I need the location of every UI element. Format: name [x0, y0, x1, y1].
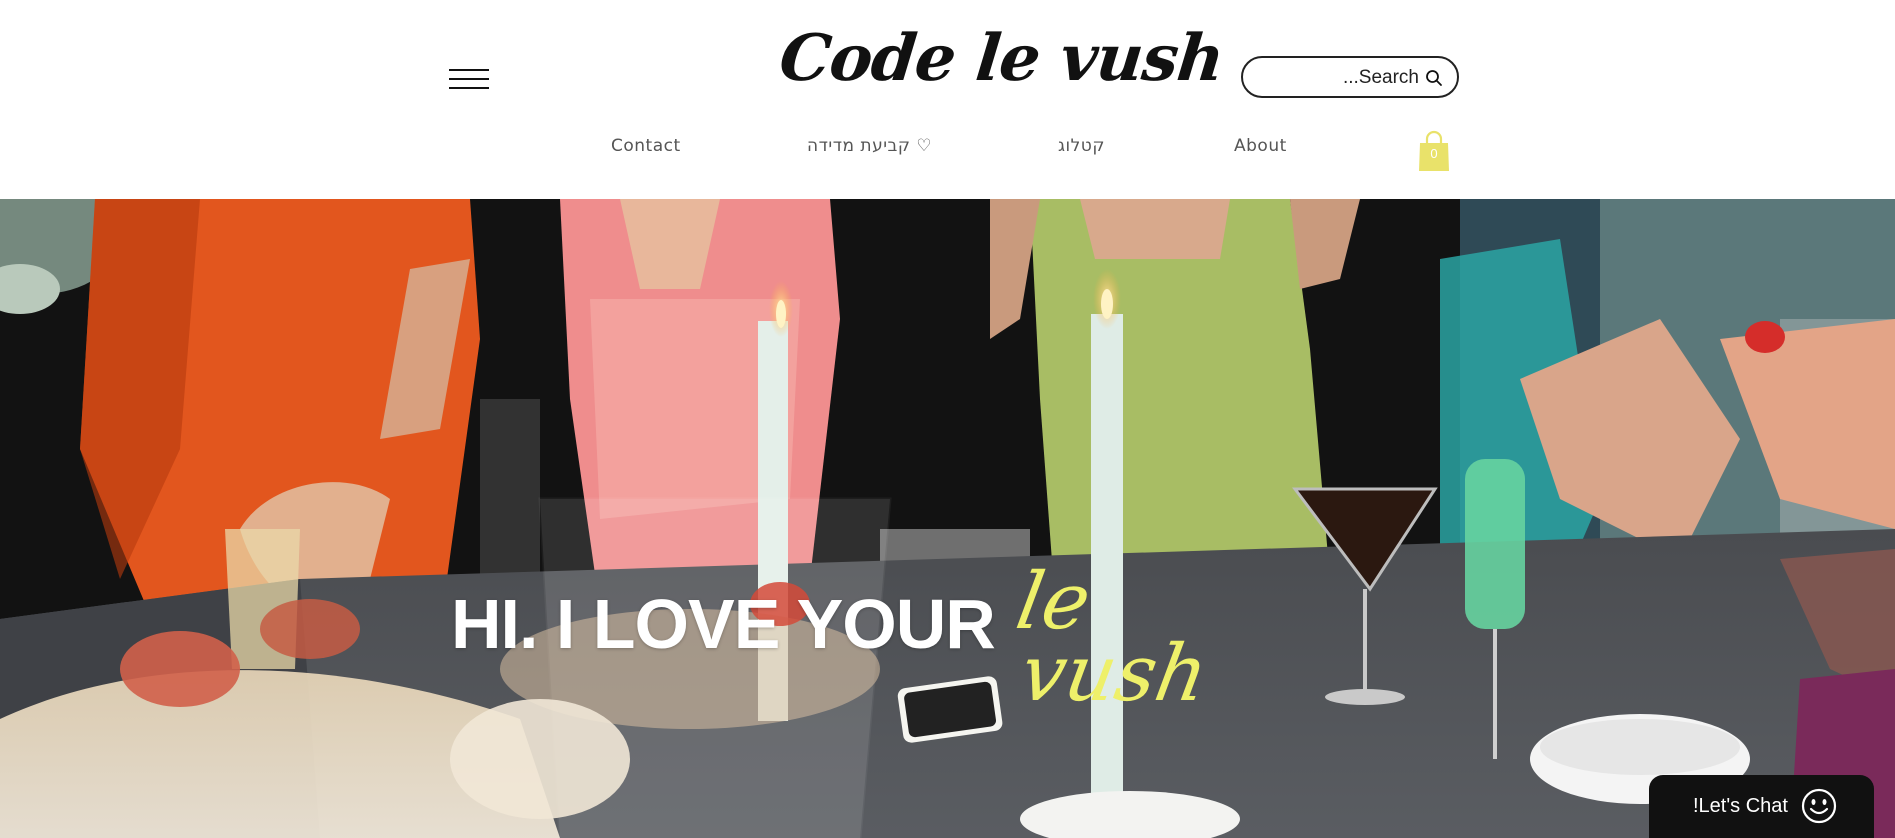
hero-photo — [0, 199, 1895, 838]
search-icon[interactable] — [1425, 69, 1443, 87]
chat-label: !Let's Chat — [1693, 795, 1788, 817]
hero-headline: HI. I LOVE YOUR — [451, 585, 996, 663]
nav-book-measurement[interactable]: קביעת מדידה ♡ — [807, 136, 932, 166]
nav-about[interactable]: About — [1234, 136, 1287, 166]
site-header: Code le vush Contact קביעת מדידה ♡ קטלוג… — [0, 0, 1895, 199]
hero-script-line-2: vush — [1014, 629, 1215, 719]
menu-icon[interactable] — [449, 67, 489, 91]
page: Code le vush Contact קביעת מדידה ♡ קטלוג… — [0, 0, 1895, 838]
chat-button[interactable]: !Let's Chat — [1649, 775, 1874, 838]
nav-contact[interactable]: Contact — [611, 136, 681, 166]
nav-catalog[interactable]: קטלוג — [1058, 136, 1105, 166]
smile-icon — [1801, 788, 1837, 824]
search-input[interactable] — [1257, 64, 1421, 92]
hero-banner: HI. I LOVE YOUR le vush — [0, 199, 1895, 838]
cart-button[interactable]: 0 — [1418, 130, 1450, 172]
cart-count: 0 — [1430, 146, 1438, 161]
site-logo[interactable]: Code le vush — [775, 14, 1227, 104]
search-box[interactable] — [1241, 56, 1459, 98]
